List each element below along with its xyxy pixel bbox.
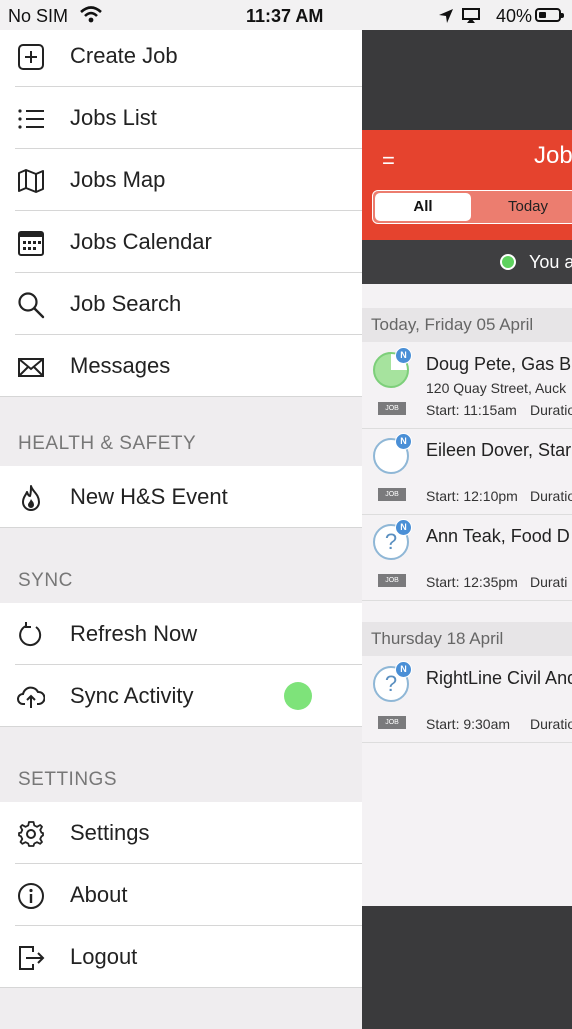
airplay-icon (462, 8, 480, 23)
section-header: Today, Friday 05 April (362, 308, 572, 342)
menu-item-settings[interactable]: Settings (0, 802, 362, 864)
section-header: Thursday 18 April (362, 622, 572, 656)
jobs-screen-background: = Job All Today You a Today, Friday 05 A… (362, 30, 572, 1029)
menu-toggle-icon[interactable]: = (382, 148, 395, 174)
settings-group: Settings About Logout (0, 802, 362, 988)
job-duration: Duratio (530, 488, 572, 504)
side-menu: Create Job Jobs List Jobs Map Jobs Calen… (0, 25, 362, 1029)
flame-icon (22, 485, 40, 511)
cloud-upload-icon (17, 686, 45, 708)
envelope-icon (18, 358, 44, 377)
connection-status-bar: You a (362, 240, 572, 284)
job-duration: Duratio (530, 716, 572, 732)
info-icon (18, 883, 44, 909)
new-badge: N (395, 433, 412, 450)
search-icon (18, 292, 45, 319)
job-row[interactable]: ? N JOB RightLine Civil And Start: 9:30a… (362, 656, 572, 743)
menu-item-create-job[interactable]: Create Job (0, 25, 362, 87)
filter-segmented-control: All Today (372, 190, 572, 224)
menu-item-label: Logout (70, 944, 138, 969)
menu-item-label: Sync Activity (70, 683, 194, 708)
menu-item-jobs-calendar[interactable]: Jobs Calendar (0, 211, 362, 273)
new-badge: N (395, 519, 412, 536)
menu-item-label: New H&S Event (70, 484, 228, 509)
job-duration: Duratio (530, 402, 572, 418)
jobs-list: Today, Friday 05 April N JOB Doug Pete, … (362, 284, 572, 906)
menu-item-label: Jobs List (70, 105, 157, 130)
plus-square-icon (18, 44, 44, 70)
gear-icon (18, 821, 44, 847)
new-badge: N (395, 661, 412, 678)
list-icon (18, 109, 44, 129)
job-duration: Durati (530, 574, 568, 590)
menu-item-jobs-list[interactable]: Jobs List (0, 87, 362, 149)
menu-item-label: Jobs Calendar (70, 229, 212, 254)
status-bar: No SIM 11:37 AM 40% (0, 0, 572, 30)
menu-item-label: Settings (70, 820, 150, 845)
job-start: Start: 12:10pm (426, 488, 518, 504)
job-tag: JOB (378, 574, 406, 587)
job-start: Start: 9:30am (426, 716, 511, 732)
wifi-icon (80, 6, 102, 23)
connection-status-text: You a (529, 252, 572, 272)
job-name: RightLine Civil And (426, 668, 572, 688)
menu-item-jobs-map[interactable]: Jobs Map (0, 149, 362, 211)
menu-item-refresh-now[interactable]: Refresh Now (0, 603, 362, 665)
tab-all[interactable]: All (375, 193, 471, 221)
online-status-icon (500, 254, 516, 270)
menu-item-label: Refresh Now (70, 621, 198, 646)
new-badge: N (395, 347, 412, 364)
battery-level (539, 12, 546, 18)
menu-item-label: Job Search (70, 291, 182, 316)
job-start: Start: 11:15am (426, 402, 517, 418)
sync-group: Refresh Now Sync Activity (0, 603, 362, 727)
job-row[interactable]: N JOB Eileen Dover, Star Start: 12:10pm … (362, 428, 572, 515)
app-header: = Job All Today (362, 130, 572, 240)
section-title-settings: SETTINGS (18, 769, 118, 790)
map-icon (18, 169, 44, 193)
job-start: Start: 12:35pm (426, 574, 518, 590)
menu-item-label: Create Job (70, 43, 178, 68)
job-name: Eileen Dover, Star (426, 440, 572, 460)
job-tag: JOB (378, 716, 406, 729)
main-menu-group: Create Job Jobs List Jobs Map Jobs Calen… (0, 25, 362, 397)
refresh-icon (19, 622, 42, 647)
menu-item-label: About (70, 882, 128, 907)
carrier-label: No SIM (8, 6, 69, 26)
location-arrow-icon (439, 9, 453, 23)
section-title-sync: SYNC (18, 570, 73, 591)
menu-item-job-search[interactable]: Job Search (0, 273, 362, 335)
menu-item-messages[interactable]: Messages (0, 335, 362, 397)
health-safety-group: New H&S Event (0, 466, 362, 528)
app-title: Job (534, 142, 572, 169)
menu-item-sync-activity[interactable]: Sync Activity (0, 665, 362, 727)
job-address: 120 Quay Street, Auck (426, 380, 567, 396)
job-name: Ann Teak, Food D (426, 526, 570, 546)
battery-percent: 40% (495, 6, 532, 26)
logout-icon (19, 946, 45, 970)
job-row[interactable]: N JOB Doug Pete, Gas B 120 Quay Street, … (362, 342, 572, 429)
tab-today[interactable]: Today (473, 193, 572, 221)
menu-item-label: Messages (70, 353, 171, 378)
menu-item-label: Jobs Map (70, 167, 166, 192)
menu-item-new-hs-event[interactable]: New H&S Event (0, 466, 362, 528)
job-name: Doug Pete, Gas B (426, 354, 572, 374)
clock: 11:37 AM (246, 6, 324, 26)
battery-icon (535, 8, 564, 22)
job-row[interactable]: ? N JOB Ann Teak, Food D Start: 12:35pm … (362, 514, 572, 601)
menu-item-logout[interactable]: Logout (0, 926, 362, 988)
job-tag: JOB (378, 402, 406, 415)
sync-status-indicator (284, 682, 312, 710)
calendar-icon (18, 231, 44, 256)
section-title-health-safety: HEALTH & SAFETY (18, 433, 197, 454)
menu-item-about[interactable]: About (0, 864, 362, 926)
job-tag: JOB (378, 488, 406, 501)
